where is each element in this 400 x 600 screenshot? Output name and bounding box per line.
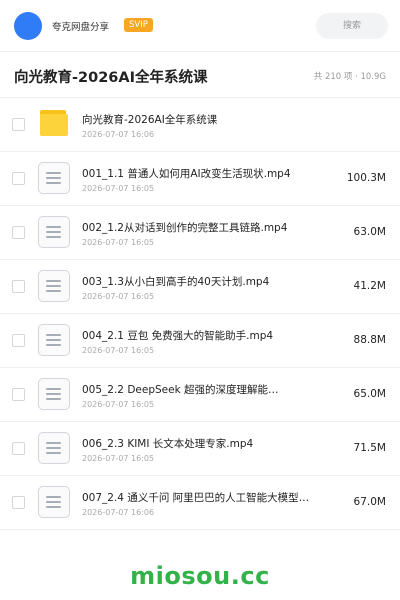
checkbox[interactable] bbox=[12, 226, 25, 239]
checkbox[interactable] bbox=[12, 172, 25, 185]
file-size: 65.0M bbox=[353, 388, 386, 400]
folder-icon bbox=[38, 108, 70, 140]
document-icon bbox=[38, 216, 70, 248]
file-size: 67.0M bbox=[353, 496, 386, 508]
list-item[interactable]: 003_1.3从小白到高手的40天计划.mp4 2026-07-07 16:05… bbox=[0, 260, 400, 314]
file-date: 2026-07-07 16:05 bbox=[82, 184, 155, 193]
document-icon bbox=[38, 270, 70, 302]
document-icon bbox=[38, 378, 70, 410]
file-size: 100.3M bbox=[346, 172, 386, 184]
top-bar: 夸克网盘分享 SVIP 搜索 bbox=[0, 0, 400, 52]
checkbox[interactable] bbox=[12, 496, 25, 509]
document-icon bbox=[38, 324, 70, 356]
list-item[interactable]: 向光教育-2026AI全年系统课 2026-07-07 16:06 bbox=[0, 98, 400, 152]
checkbox[interactable] bbox=[12, 280, 25, 293]
document-icon bbox=[38, 486, 70, 518]
file-name: 006_2.3 KIMI 长文本处理专家.mp4 bbox=[82, 438, 254, 450]
file-name: 001_1.1 普通人如何用AI改变生活现状.mp4 bbox=[82, 168, 291, 180]
file-name: 向光教育-2026AI全年系统课 bbox=[82, 114, 218, 126]
file-date: 2026-07-07 16:05 bbox=[82, 238, 155, 247]
watermark-text: miosou.cc bbox=[130, 562, 270, 590]
list-item[interactable]: 004_2.1 豆包 免费强大的智能助手.mp4 2026-07-07 16:0… bbox=[0, 314, 400, 368]
file-size: 71.5M bbox=[353, 442, 386, 454]
document-icon bbox=[38, 432, 70, 464]
file-date: 2026-07-07 16:05 bbox=[82, 454, 155, 463]
checkbox[interactable] bbox=[12, 442, 25, 455]
file-date: 2026-07-07 16:05 bbox=[82, 400, 155, 409]
file-size: 88.8M bbox=[353, 334, 386, 346]
svip-badge: SVIP bbox=[124, 18, 153, 32]
file-name: 007_2.4 通义千问 阿里巴巴的人工智能大模型… bbox=[82, 492, 310, 504]
file-name: 005_2.2 DeepSeek 超强的深度理解能… bbox=[82, 384, 279, 396]
list-item[interactable]: 002_1.2从对话到创作的完整工具链路.mp4 2026-07-07 16:0… bbox=[0, 206, 400, 260]
folder-header: 向光教育-2026AI全年系统课 共 210 项 · 10.9G bbox=[0, 52, 400, 98]
file-date: 2026-07-07 16:06 bbox=[82, 508, 155, 517]
list-item[interactable]: 001_1.1 普通人如何用AI改变生活现状.mp4 2026-07-07 16… bbox=[0, 152, 400, 206]
file-date: 2026-07-07 16:05 bbox=[82, 346, 155, 355]
file-size: 63.0M bbox=[353, 226, 386, 238]
file-date: 2026-07-07 16:06 bbox=[82, 130, 155, 139]
file-name: 004_2.1 豆包 免费强大的智能助手.mp4 bbox=[82, 330, 274, 342]
list-item[interactable]: 005_2.2 DeepSeek 超强的深度理解能… 2026-07-07 16… bbox=[0, 368, 400, 422]
checkbox[interactable] bbox=[12, 118, 25, 131]
list-item[interactable]: 006_2.3 KIMI 长文本处理专家.mp4 2026-07-07 16:0… bbox=[0, 422, 400, 476]
share-title: 夸克网盘分享 bbox=[52, 22, 110, 33]
file-size: 41.2M bbox=[353, 280, 386, 292]
file-date: 2026-07-07 16:05 bbox=[82, 292, 155, 301]
folder-meta: 共 210 项 · 10.9G bbox=[313, 72, 386, 82]
avatar[interactable] bbox=[14, 12, 42, 40]
document-icon bbox=[38, 162, 70, 194]
file-name: 003_1.3从小白到高手的40天计划.mp4 bbox=[82, 276, 270, 288]
list-item[interactable]: 007_2.4 通义千问 阿里巴巴的人工智能大模型… 2026-07-07 16… bbox=[0, 476, 400, 530]
checkbox[interactable] bbox=[12, 388, 25, 401]
page-title: 向光教育-2026AI全年系统课 bbox=[14, 70, 208, 86]
file-name: 002_1.2从对话到创作的完整工具链路.mp4 bbox=[82, 222, 288, 234]
checkbox[interactable] bbox=[12, 334, 25, 347]
search-input[interactable]: 搜索 bbox=[316, 13, 388, 39]
file-list: 向光教育-2026AI全年系统课 2026-07-07 16:06 001_1.… bbox=[0, 98, 400, 530]
